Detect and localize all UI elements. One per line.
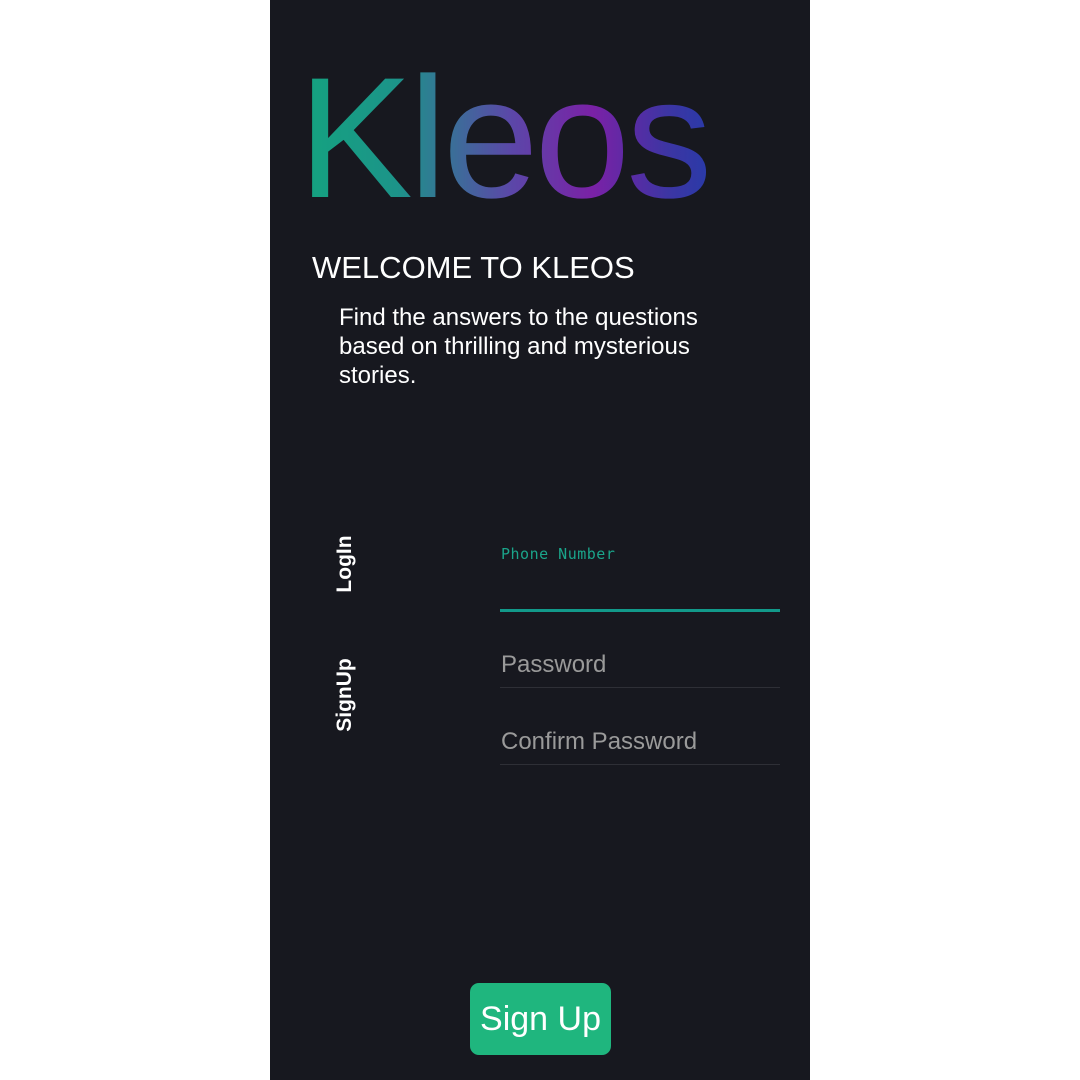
welcome-subtitle: Find the answers to the questions based … <box>339 304 698 389</box>
tab-login[interactable]: LogIn <box>333 529 359 599</box>
sign-up-button[interactable]: Sign Up <box>470 983 611 1055</box>
phone-number-field: Phone Number <box>500 540 780 612</box>
phone-number-input[interactable] <box>500 572 780 612</box>
confirm-password-field <box>500 723 780 765</box>
app-screen: Kleos WELCOME TO KLEOS Find the answers … <box>270 0 810 1080</box>
app-logo: Kleos <box>298 42 712 234</box>
phone-number-label: Phone Number <box>501 545 616 563</box>
tab-signup[interactable]: SignUp <box>333 654 359 736</box>
password-field <box>500 646 780 688</box>
confirm-password-input[interactable] <box>500 723 780 765</box>
welcome-title: WELCOME TO KLEOS <box>312 250 635 285</box>
password-input[interactable] <box>500 646 780 688</box>
